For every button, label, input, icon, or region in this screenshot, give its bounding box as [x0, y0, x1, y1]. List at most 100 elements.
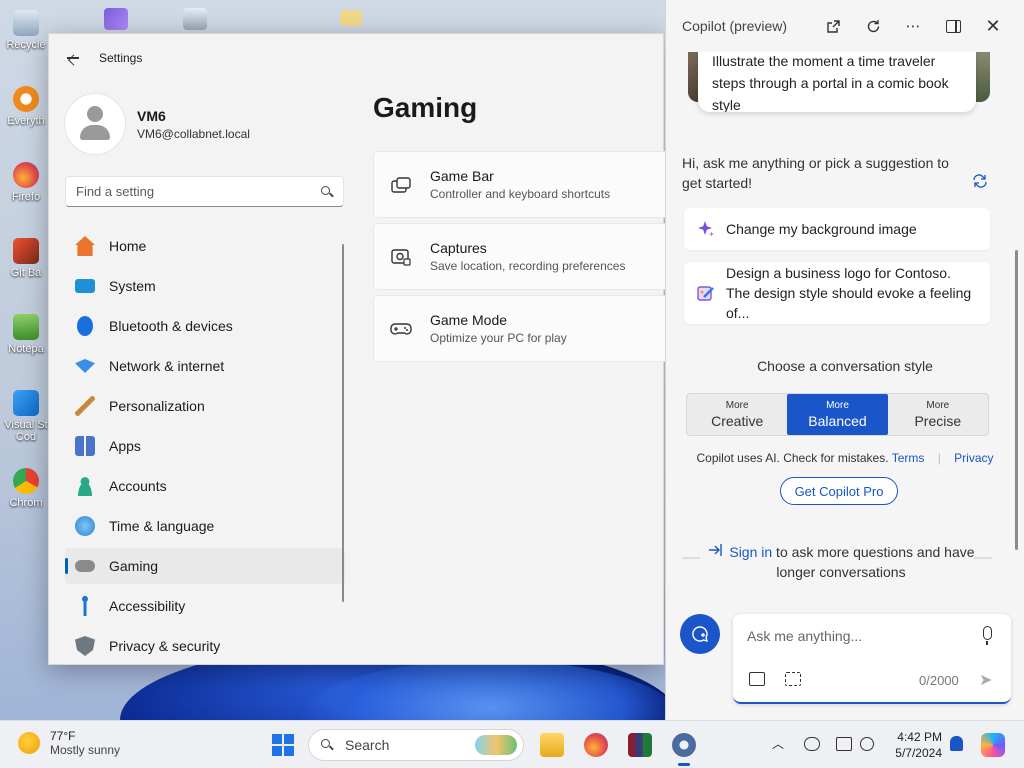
avatar[interactable] [65, 94, 125, 154]
nav-item-label: Accounts [109, 478, 167, 494]
refresh-icon[interactable] [864, 17, 882, 35]
suggestion-background-image[interactable]: Change my background image [684, 208, 990, 250]
weather-widget[interactable]: 77°F Mostly sunny [18, 729, 120, 757]
ai-disclaimer: Copilot uses AI. Check for mistakes. Ter… [666, 451, 1024, 465]
suggestion-business-logo[interactable]: Design a business logo for Contoso. The … [684, 262, 990, 324]
more-options-icon[interactable]: ⋯ [904, 17, 922, 35]
home-icon [75, 236, 95, 256]
back-arrow-icon[interactable] [65, 50, 81, 66]
card-game-bar[interactable]: Game Bar Controller and keyboard shortcu… [373, 151, 665, 218]
start-button[interactable] [272, 734, 294, 756]
desktop-icon-label: Recycle [6, 39, 46, 51]
search-highlight-icon [475, 735, 517, 755]
refresh-suggestions-icon[interactable] [971, 173, 989, 191]
settings-taskbar-icon[interactable] [672, 733, 696, 757]
game-mode-icon [390, 318, 412, 340]
chat-input[interactable] [747, 628, 967, 644]
open-external-icon[interactable] [824, 17, 842, 35]
add-image-icon[interactable] [749, 672, 765, 686]
character-counter: 0/2000 [919, 673, 959, 688]
nav-item-apps[interactable]: Apps [65, 428, 345, 464]
monitor-icon [75, 279, 95, 293]
find-setting-box[interactable] [65, 176, 344, 207]
microphone-icon[interactable] [981, 626, 993, 646]
copilot-scrollbar[interactable] [1015, 250, 1018, 550]
desktop-icon-recycle[interactable]: Recycle [4, 10, 48, 51]
file-explorer-icon[interactable] [540, 733, 564, 757]
nav-item-label: Gaming [109, 558, 159, 574]
send-icon[interactable]: ➤ [979, 670, 992, 690]
nav-scrollbar[interactable] [342, 244, 344, 602]
taskbar-search-label: Search [345, 737, 390, 753]
brush-icon [75, 396, 95, 416]
find-setting-input[interactable] [76, 184, 321, 199]
card-game-mode[interactable]: Game Mode Optimize your PC for play [373, 295, 665, 362]
nav-item-label: Accessibility [109, 598, 186, 614]
get-copilot-pro-button[interactable]: Get Copilot Pro [780, 477, 898, 505]
desktop-app-icon[interactable] [104, 8, 128, 30]
card-title: Game Bar [430, 168, 494, 184]
close-icon[interactable]: ✕ [984, 16, 1002, 36]
dock-panel-icon[interactable] [944, 17, 962, 35]
desktop-folder-icon[interactable] [340, 10, 362, 26]
nav-item-label: Privacy & security [109, 638, 221, 654]
sign-in-link[interactable]: Sign in [729, 544, 772, 560]
copilot-taskbar-icon[interactable] [981, 733, 1005, 757]
desktop-icon-label: Visual St Cod [4, 419, 48, 443]
style-balanced-button[interactable]: More Balanced [787, 394, 888, 435]
person-icon [75, 476, 95, 496]
desktop-icon-vscode[interactable]: Visual St Cod [4, 390, 48, 443]
chevron-up-icon[interactable]: ︿ [772, 735, 784, 752]
winrar-icon[interactable] [628, 733, 652, 757]
nav-item-system[interactable]: System [65, 268, 345, 304]
style-name: Precise [914, 413, 962, 429]
desktop-icon-notepad[interactable]: Notepa [4, 314, 48, 355]
desktop-icon-label: Chrom [9, 497, 43, 509]
nav-item-network[interactable]: Network & internet [65, 348, 345, 384]
search-icon[interactable] [321, 185, 333, 198]
desktop-icon-everything[interactable]: Everyth [4, 86, 48, 127]
style-name: Balanced [808, 413, 867, 429]
nav-item-personalization[interactable]: Personalization [65, 388, 345, 424]
notification-bell-icon[interactable] [950, 736, 963, 751]
onedrive-icon[interactable] [804, 737, 820, 751]
copilot-title: Copilot (preview) [682, 18, 788, 34]
desktop-icon-chrome[interactable]: Chrom [4, 468, 48, 509]
volume-icon[interactable] [860, 737, 874, 751]
taskbar-search[interactable]: Search [308, 729, 524, 761]
new-topic-button[interactable] [680, 614, 720, 654]
nav-item-label: Apps [109, 438, 141, 454]
card-captures[interactable]: Captures Save location, recording prefer… [373, 223, 665, 290]
desktop-file-icon[interactable] [183, 8, 207, 30]
nav-item-accessibility[interactable]: Accessibility [65, 588, 345, 624]
nav-item-accounts[interactable]: Accounts [65, 468, 345, 504]
user-profile[interactable]: VM6 VM6@collabnet.local [65, 94, 250, 154]
bluetooth-icon [77, 316, 93, 336]
nav-item-bluetooth[interactable]: Bluetooth & devices [65, 308, 345, 344]
nav-item-home[interactable]: Home [65, 228, 345, 264]
privacy-link[interactable]: Privacy [954, 451, 993, 465]
sign-in-icon[interactable] [707, 542, 725, 562]
card-title: Game Mode [430, 312, 508, 328]
system-clock[interactable]: 4:42 PM 5/7/2024 [890, 729, 942, 761]
chat-input-box[interactable]: 0/2000 ➤ [733, 614, 1011, 704]
network-icon[interactable] [836, 737, 852, 751]
style-creative-button[interactable]: More Creative [687, 394, 787, 435]
user-name: VM6 [137, 107, 166, 124]
desktop-icon-firefox[interactable]: Firefo [4, 162, 48, 203]
nav-item-time-language[interactable]: Time & language [65, 508, 345, 544]
nav-item-label: Bluetooth & devices [109, 318, 233, 334]
style-precise-button[interactable]: More Precise [888, 394, 988, 435]
search-icon [321, 739, 333, 751]
clock-time: 4:42 PM [897, 730, 942, 744]
nav-item-privacy[interactable]: Privacy & security [65, 628, 345, 664]
screenshot-icon[interactable] [785, 672, 801, 686]
terms-link[interactable]: Terms [892, 451, 925, 465]
firefox-taskbar-icon[interactable] [584, 733, 608, 757]
greeting-text: Hi, ask me anything or pick a suggestion… [682, 155, 949, 191]
desktop-icon-gitbash[interactable]: Git Ba [4, 238, 48, 279]
git-bash-icon [13, 238, 39, 264]
image-preview-right [976, 52, 990, 102]
nav-item-gaming[interactable]: Gaming [65, 548, 345, 584]
disclaimer-text: Copilot uses AI. Check for mistakes. [696, 451, 889, 465]
